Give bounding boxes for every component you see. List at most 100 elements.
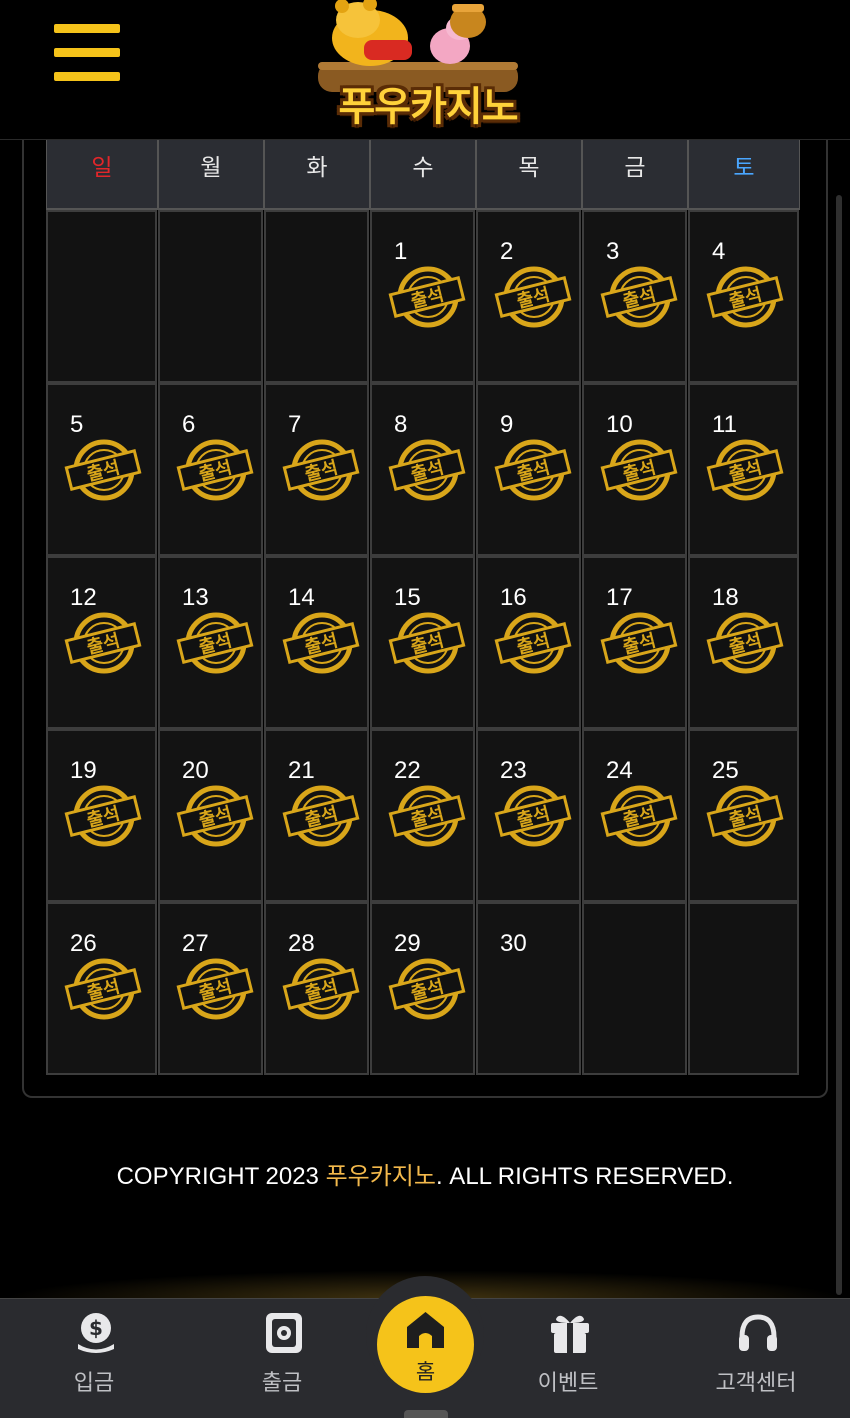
day-number: 28 — [288, 930, 315, 957]
calendar-day-cell[interactable]: 17 출석 — [582, 556, 687, 729]
home-icon — [407, 1312, 444, 1348]
day-number: 11 — [712, 411, 737, 438]
calendar-day-cell[interactable]: 27 출석 — [158, 902, 263, 1075]
day-number: 8 — [394, 411, 408, 438]
day-number: 3 — [606, 238, 620, 265]
calendar-empty-cell — [582, 902, 687, 1075]
day-number: 27 — [182, 930, 209, 957]
calendar-day-cell[interactable]: 10 출석 — [582, 383, 687, 556]
nav-home[interactable]: 홈 — [377, 1296, 474, 1393]
calendar-day-cell[interactable]: 14 출석 — [264, 556, 369, 729]
calendar-day-cell[interactable]: 3 출석 — [582, 210, 687, 383]
calendar-empty-cell — [264, 210, 369, 383]
calendar-empty-cell — [46, 210, 157, 383]
nav-event[interactable]: 이벤트 — [498, 1299, 638, 1409]
home-indicator — [404, 1410, 448, 1418]
attendance-stamp-icon: 출석 — [282, 785, 360, 847]
nav-support-label: 고객센터 — [715, 1371, 797, 1396]
calendar-day-cell[interactable]: 15 출석 — [370, 556, 475, 729]
calendar-day-cell[interactable]: 4 출석 — [688, 210, 799, 383]
nav-deposit[interactable]: $ 입금 — [24, 1299, 164, 1409]
attendance-stamp-icon: 출석 — [176, 958, 254, 1020]
calendar-day-cell[interactable]: 2 출석 — [476, 210, 581, 383]
calendar-empty-cell — [688, 902, 799, 1075]
attendance-stamp-icon: 출석 — [282, 958, 360, 1020]
attendance-stamp-icon: 출석 — [388, 612, 466, 674]
day-number: 2 — [500, 238, 514, 265]
calendar-day-cell[interactable]: 30 — [476, 902, 581, 1075]
dollar-coin-icon: $ — [78, 1313, 114, 1353]
calendar-day-cell[interactable]: 5 출석 — [46, 383, 157, 556]
calendar-day-cell[interactable]: 19 출석 — [46, 729, 157, 902]
day-number: 19 — [70, 757, 97, 784]
hamburger-menu-icon[interactable] — [54, 24, 120, 82]
attendance-stamp-icon: 출석 — [600, 266, 678, 328]
day-number: 21 — [288, 757, 315, 784]
day-number: 14 — [288, 584, 315, 611]
attendance-stamp-icon: 출석 — [706, 785, 784, 847]
nav-withdraw[interactable]: 출금 — [212, 1299, 352, 1409]
weekday-tuesday: 화 — [264, 140, 370, 210]
day-number: 17 — [606, 584, 633, 611]
calendar-day-cell[interactable]: 13 출석 — [158, 556, 263, 729]
day-number: 20 — [182, 757, 209, 784]
day-number: 5 — [70, 411, 84, 438]
calendar-day-cell[interactable]: 22 출석 — [370, 729, 475, 902]
calendar-day-cell[interactable]: 29 출석 — [370, 902, 475, 1075]
attendance-stamp-icon: 출석 — [64, 439, 142, 501]
day-number: 22 — [394, 757, 421, 784]
calendar-day-cell[interactable]: 28 출석 — [264, 902, 369, 1075]
day-number: 12 — [70, 584, 97, 611]
attendance-stamp-icon: 출석 — [494, 266, 572, 328]
safe-icon — [266, 1313, 302, 1353]
scrollbar[interactable] — [836, 195, 842, 1295]
attendance-stamp-icon: 출석 — [600, 612, 678, 674]
attendance-stamp-icon: 출석 — [64, 958, 142, 1020]
day-number: 9 — [500, 411, 514, 438]
calendar-day-cell[interactable]: 9 출석 — [476, 383, 581, 556]
logo-text: 푸우카지노 — [338, 84, 519, 130]
nav-support[interactable]: 고객센터 — [686, 1299, 826, 1409]
day-number: 16 — [500, 584, 527, 611]
nav-withdraw-label: 출금 — [261, 1371, 303, 1396]
day-number: 25 — [712, 757, 739, 784]
attendance-stamp-icon: 출석 — [600, 439, 678, 501]
attendance-stamp-icon: 출석 — [600, 785, 678, 847]
day-number: 6 — [182, 411, 196, 438]
day-number: 24 — [606, 757, 633, 784]
calendar-day-cell[interactable]: 23 출석 — [476, 729, 581, 902]
attendance-stamp-icon: 출석 — [388, 439, 466, 501]
calendar-day-cell[interactable]: 20 출석 — [158, 729, 263, 902]
calendar-grid: 1 출석 2 출석 3 출석 4 출석 5 출석 6 출석 7 출석 8 출석 9 출석 10 출석 11 출석 12 출석 1… — [46, 210, 804, 1075]
copyright-text: COPYRIGHT 2023 푸우카지노. ALL RIGHTS RESERVE… — [0, 1156, 850, 1191]
calendar-day-cell[interactable]: 7 출석 — [264, 383, 369, 556]
calendar-day-cell[interactable]: 21 출석 — [264, 729, 369, 902]
calendar-day-cell[interactable]: 12 출석 — [46, 556, 157, 729]
attendance-stamp-icon: 출석 — [706, 612, 784, 674]
calendar-day-cell[interactable]: 25 출석 — [688, 729, 799, 902]
calendar-day-cell[interactable]: 11 출석 — [688, 383, 799, 556]
calendar-day-cell[interactable]: 26 출석 — [46, 902, 157, 1075]
calendar-day-cell[interactable]: 6 출석 — [158, 383, 263, 556]
attendance-stamp-icon: 출석 — [706, 439, 784, 501]
calendar-day-cell[interactable]: 24 출석 — [582, 729, 687, 902]
calendar-day-cell[interactable]: 1 출석 — [370, 210, 475, 383]
attendance-stamp-icon: 출석 — [388, 266, 466, 328]
copyright-prefix: COPYRIGHT 2023 — [116, 1163, 326, 1190]
attendance-stamp-icon: 출석 — [706, 266, 784, 328]
weekday-saturday: 토 — [688, 140, 800, 210]
brand-logo[interactable]: 푸우카지노 — [300, 0, 550, 132]
calendar-day-cell[interactable]: 16 출석 — [476, 556, 581, 729]
attendance-stamp-icon: 출석 — [282, 439, 360, 501]
day-number: 13 — [182, 584, 209, 611]
weekday-thursday: 목 — [476, 140, 582, 210]
attendance-stamp-icon: 출석 — [176, 612, 254, 674]
calendar-day-cell[interactable]: 8 출석 — [370, 383, 475, 556]
calendar-day-cell[interactable]: 18 출석 — [688, 556, 799, 729]
headset-icon — [739, 1314, 777, 1351]
attendance-stamp-icon: 출석 — [282, 612, 360, 674]
nav-event-label: 이벤트 — [537, 1371, 599, 1396]
weekday-wednesday: 수 — [370, 140, 476, 210]
attendance-stamp-icon: 출석 — [176, 439, 254, 501]
svg-text:$: $ — [89, 1316, 103, 1340]
